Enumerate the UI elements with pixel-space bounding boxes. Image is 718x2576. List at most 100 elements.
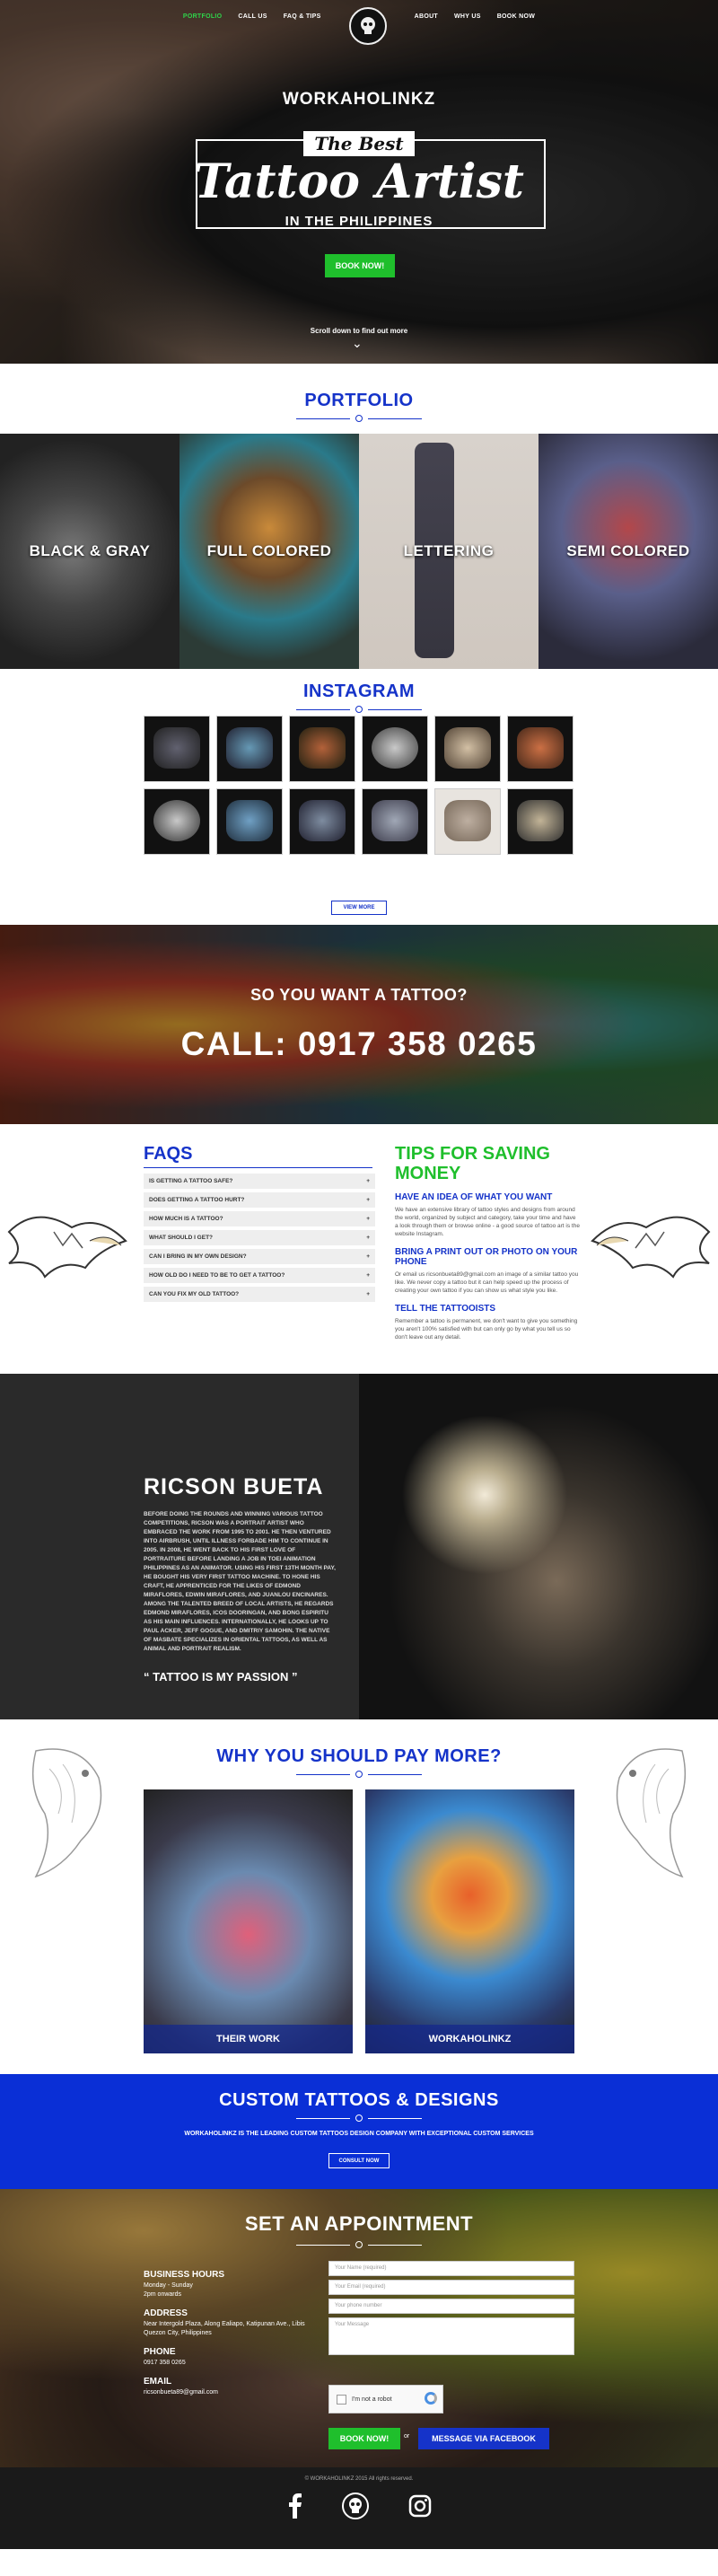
instagram-thumb[interactable] [289,716,355,782]
nav-book-now[interactable]: BOOK NOW [497,13,535,20]
faq-tips-section: FAQS IS GETTING A TATTOO SAFE? + DOES GET… [0,1124,718,1374]
title-divider [0,415,718,422]
call-phone[interactable]: CALL: 0917 358 0265 [0,1025,718,1063]
their-work-image: THEIR WORK [144,1789,353,2053]
hero-subtitle: IN THE PHILIPPINES [285,214,433,229]
title-divider [0,2241,718,2248]
workaholinkz-image: WORKAHOLINKZ [365,1789,574,2053]
site-logo[interactable] [348,7,387,45]
faq-divider [144,1167,372,1168]
facebook-message-button[interactable]: MESSAGE VIA FACEBOOK [418,2428,549,2449]
instagram-thumb[interactable] [289,788,355,855]
top-nav: PORTFOLIO CALL US FAQ & TIPS ABOUT WHY U… [0,0,718,45]
title-divider [0,706,718,713]
faq-question: CAN YOU FIX MY OLD TATTOO? [149,1291,240,1297]
copyright: © WORKAHOLINKZ 2015 All rights reserved. [304,2476,414,2482]
nav-portfolio[interactable]: PORTFOLIO [183,13,223,20]
workaholinkz-label: WORKAHOLINKZ [365,2025,574,2053]
facebook-icon[interactable] [286,2493,302,2523]
contact-info: BUSINESS HOURS Monday - Sunday 2pm onwar… [144,2261,323,2397]
phone-value[interactable]: 0917 358 0265 [144,2359,323,2368]
plus-icon: + [366,1253,370,1260]
why-section: WHY YOU SHOULD PAY MORE? THEIR WORK WORK… [0,1719,718,2074]
instagram-thumb[interactable] [507,788,574,855]
instagram-thumb[interactable] [144,716,210,782]
faq-item[interactable]: IS GETTING A TATTOO SAFE? + [144,1174,375,1189]
instagram-thumb[interactable] [144,788,210,855]
faq-item[interactable]: CAN I BRING IN MY OWN DESIGN? + [144,1249,375,1264]
instagram-thumb[interactable] [434,788,501,855]
instagram-section: INSTAGRAM VIEW MORE [0,669,718,925]
email-value[interactable]: ricsonbueta89@gmail.com [144,2388,323,2397]
address-label: ADDRESS [144,2308,188,2318]
nav-about[interactable]: ABOUT [415,13,438,20]
instagram-grid [144,716,575,855]
instagram-thumb[interactable] [362,716,428,782]
appointment-section: SET AN APPOINTMENT BUSINESS HOURS Monday… [0,2189,718,2467]
tip-heading: HAVE AN IDEA OF WHAT YOU WANT [395,1192,553,1202]
portfolio-tile-lettering[interactable]: LETTERING [359,434,538,669]
message-field[interactable]: Your Message [328,2317,574,2355]
portfolio-tile-black-gray[interactable]: BLACK & GRAY [0,434,180,669]
tip-body: Remember a tattoo is permanent, we don't… [395,1318,578,1341]
portfolio-tile-semi-colored[interactable]: SEMI COLORED [538,434,718,669]
address-value: Near Intergold Plaza, Along Ealiapo, Kat… [144,2321,305,2336]
dragon-left-illustration [7,1216,127,1279]
consult-now-button[interactable]: CONSULT NOW [328,2153,390,2168]
faq-item[interactable]: WHAT SHOULD I GET? + [144,1230,375,1245]
portfolio-tile-full-colored[interactable]: FULL COLORED [180,434,359,669]
about-section: RICSON BUETA Before doing the rounds and… [0,1374,718,1719]
chevron-down-icon[interactable]: ⌄ [352,336,363,351]
email-field[interactable]: Your Email (required) [328,2280,574,2295]
view-more-button[interactable]: VIEW MORE [331,901,387,915]
plus-icon: + [366,1235,370,1241]
faq-item[interactable]: HOW OLD DO I NEED TO BE TO GET A TATTOO?… [144,1268,375,1283]
call-question: SO YOU WANT A TATTOO? [250,986,468,1004]
faq-item[interactable]: HOW MUCH IS A TATTOO? + [144,1211,375,1226]
custom-section: CUSTOM TATTOOS & DESIGNS WORKAHOLINKZ IS… [0,2074,718,2189]
instagram-thumb[interactable] [362,788,428,855]
instagram-thumb[interactable] [216,788,283,855]
name-field[interactable]: Your Name (required) [328,2261,574,2276]
plus-icon: + [366,1178,370,1184]
faq-title: FAQS [144,1144,193,1164]
nav-call-us[interactable]: CALL US [238,13,267,20]
or-separator: or [404,2433,410,2440]
instagram-title: INSTAGRAM [302,681,416,701]
instagram-thumb[interactable] [216,716,283,782]
instagram-thumb[interactable] [507,716,574,782]
skull-icon[interactable] [342,2492,369,2524]
tile-label: FULL COLORED [206,542,332,559]
faq-column: FAQS IS GETTING A TATTOO SAFE? + DOES GET… [144,1144,375,1306]
artist-bio: Before doing the rounds and winning vari… [144,1511,336,1652]
tip-heading: BRING A PRINT OUT OR PHOTO ON YOUR PHONE [395,1247,578,1267]
portfolio-tiles: BLACK & GRAY FULL COLORED LETTERING SEMI… [0,434,718,669]
appointment-form: Your Name (required) Your Email (require… [328,2261,574,2359]
plus-icon: + [366,1272,370,1279]
captcha-checkbox[interactable] [337,2394,346,2405]
hero-title: Tattoo Artist [194,154,524,209]
phone-label: PHONE [144,2347,176,2357]
nav-why-us[interactable]: WHY US [454,13,481,20]
tip-body: Or email us ricsonbueta89@gmail.com an i… [395,1271,579,1294]
nav-faq-tips[interactable]: FAQ & TIPS [284,13,321,20]
instagram-thumb[interactable] [434,716,501,782]
hero-book-button[interactable]: BOOK NOW! [325,254,395,277]
recaptcha[interactable]: I'm not a robot [328,2385,443,2413]
phone-field[interactable]: Your phone number [328,2299,574,2314]
portfolio-title: PORTFOLIO [304,391,414,410]
koi-right-illustration [616,1748,687,1878]
their-work-label: THEIR WORK [144,2025,353,2053]
faq-item[interactable]: CAN YOU FIX MY OLD TATTOO? + [144,1287,375,1302]
tile-label: SEMI COLORED [566,542,690,559]
skull-icon [360,17,375,34]
tips-column: TIPS FOR SAVING MONEY HAVE AN IDEA OF WH… [395,1144,580,1341]
tile-label: LETTERING [403,542,495,559]
book-now-button[interactable]: BOOK NOW! [328,2428,400,2449]
faq-question: HOW OLD DO I NEED TO BE TO GET A TATTOO? [149,1272,285,1279]
call-overlay [0,925,718,1124]
hero-section: WORKAHOLINKZ The Best Tattoo Artist IN T… [0,0,718,364]
instagram-icon[interactable] [408,2494,432,2522]
faq-item[interactable]: DOES GETTING A TATTOO HURT? + [144,1192,375,1208]
hero-best: The Best [303,131,415,156]
